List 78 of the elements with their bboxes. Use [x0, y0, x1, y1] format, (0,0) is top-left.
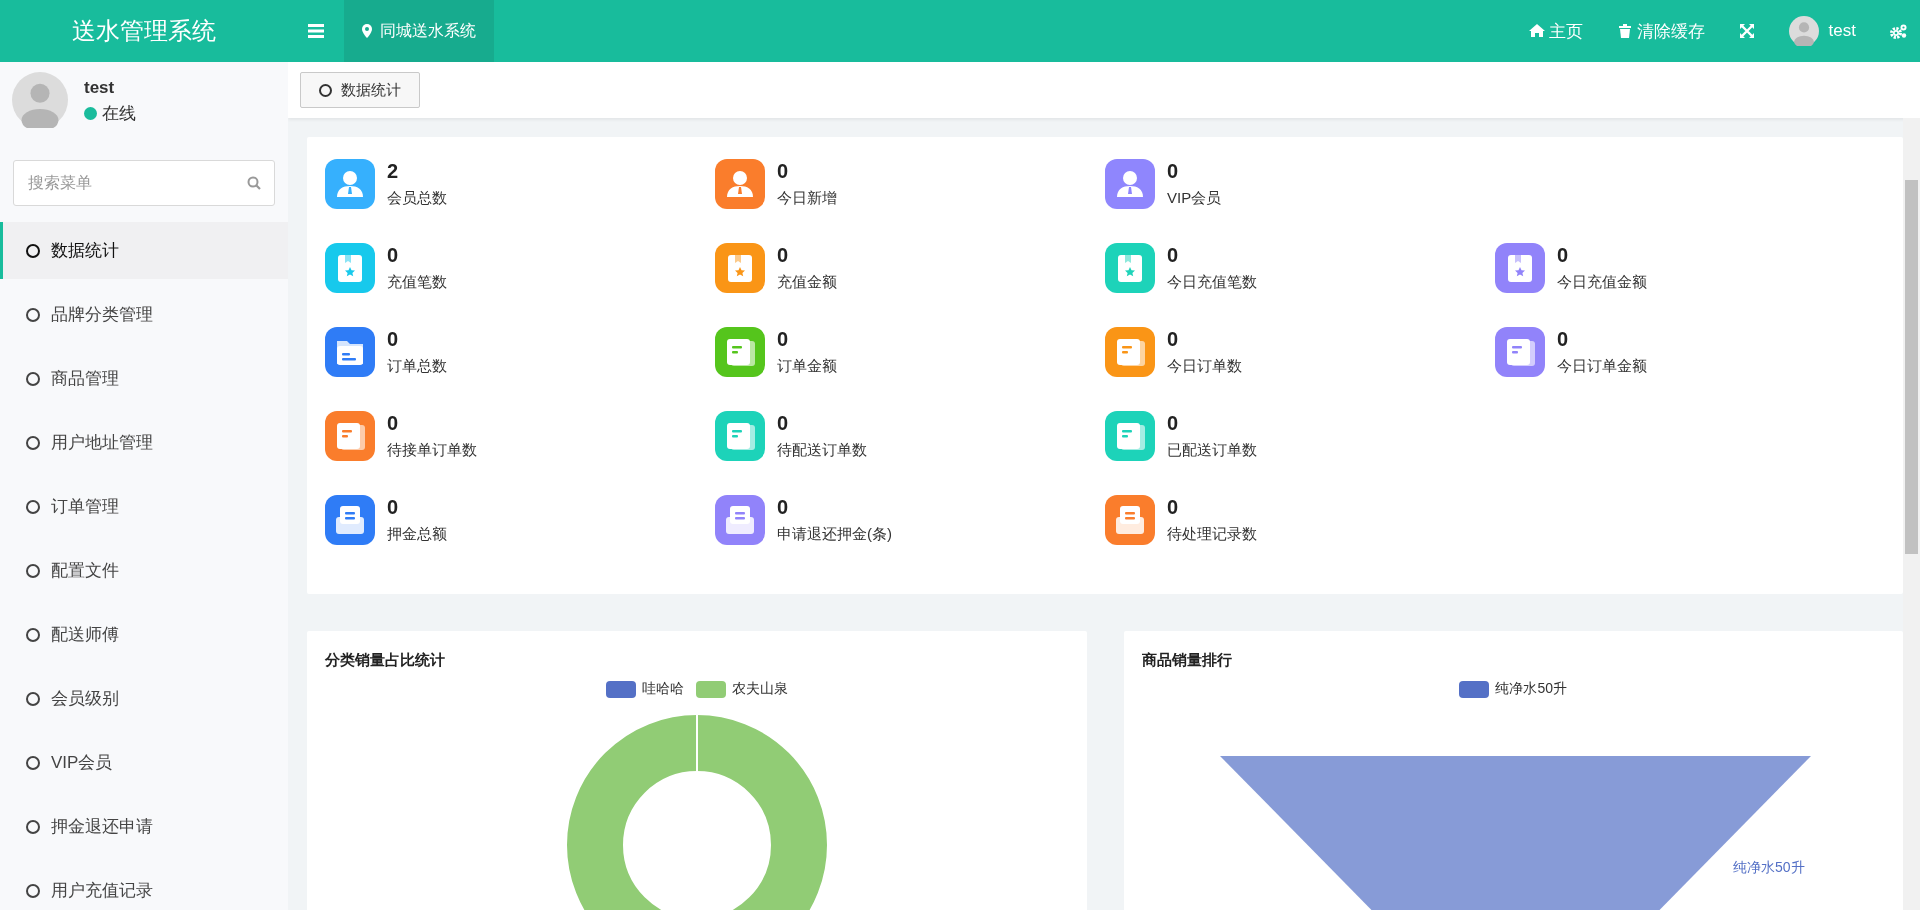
stat-label: 充值金额: [777, 273, 837, 292]
sidebar-item[interactable]: 商品管理: [0, 350, 288, 407]
stat-label: 今日充值笔数: [1167, 273, 1257, 292]
search-field[interactable]: 搜索菜单: [13, 160, 275, 206]
stat-label: 待处理记录数: [1167, 525, 1257, 544]
circle-icon: [26, 627, 40, 642]
stat-label: 待接单订单数: [387, 441, 477, 460]
stat-value: 0: [387, 496, 400, 519]
legend-item[interactable]: 纯净水50升: [1459, 680, 1568, 698]
circle-icon: [26, 435, 40, 450]
stat-label: 申请退还押金(条): [777, 525, 892, 544]
stat-label: 充值笔数: [387, 273, 447, 292]
circle-icon: [26, 499, 40, 514]
circle-icon: [26, 307, 40, 322]
stat-label: 押金总额: [387, 525, 447, 544]
stat-value: 0: [1167, 160, 1180, 183]
stat-label: 已配送订单数: [1167, 441, 1257, 460]
stat-label: 订单金额: [777, 357, 837, 376]
stat-label: 今日新增: [777, 189, 837, 208]
sidebar-item[interactable]: 订单管理: [0, 478, 288, 535]
stat-value: 0: [387, 412, 400, 435]
stat-label: 会员总数: [387, 189, 447, 208]
chart-title: 分类销量占比统计: [325, 651, 445, 670]
sidebar-item[interactable]: 押金退还申请: [0, 798, 288, 855]
page-tab[interactable]: 数据统计: [300, 72, 420, 108]
scrollbar[interactable]: [1903, 118, 1920, 910]
stat-value: 0: [777, 244, 790, 267]
circle-icon: [26, 563, 40, 578]
sidebar-item[interactable]: 数据统计: [0, 222, 288, 279]
circle-icon: [26, 819, 40, 834]
stat-label: 待配送订单数: [777, 441, 867, 460]
gears-icon[interactable]: [1890, 23, 1908, 39]
sidebar-item[interactable]: 品牌分类管理: [0, 286, 288, 343]
stat-label: VIP会员: [1167, 189, 1222, 208]
circle-icon: [26, 371, 40, 386]
trash-icon: [1616, 23, 1633, 39]
circle-icon: [26, 755, 40, 770]
fullscreen-icon[interactable]: [1738, 23, 1755, 39]
app-logo: 送水管理系统: [71, 16, 217, 47]
sidebar-item[interactable]: 会员级别: [0, 670, 288, 727]
stat-value: 0: [387, 328, 400, 351]
search-icon: [247, 176, 261, 190]
stat-value: 0: [777, 412, 790, 435]
user-status: 在线: [102, 103, 136, 125]
circle-icon: [319, 83, 332, 97]
avatar-icon: [12, 72, 68, 128]
stat-label: 订单总数: [387, 357, 447, 376]
stat-value: 0: [1167, 244, 1180, 267]
menu-icon: [308, 24, 324, 38]
circle-icon: [26, 243, 40, 258]
stat-value: 0: [777, 160, 790, 183]
stat-value: 0: [1167, 496, 1180, 519]
avatar-icon: [1788, 16, 1819, 46]
sidebar-item[interactable]: VIP会员: [0, 734, 288, 791]
legend-item[interactable]: 哇哈哈: [605, 680, 684, 698]
stat-label: 今日订单金额: [1557, 357, 1647, 376]
sidebar-item[interactable]: 配置文件: [0, 542, 288, 599]
home-icon: [1528, 23, 1545, 39]
circle-icon: [26, 883, 40, 898]
funnel-label: 纯净水50升: [1733, 859, 1805, 875]
stat-label: 今日充值金额: [1557, 273, 1647, 292]
stat-value: 0: [777, 328, 790, 351]
stat-value: 0: [777, 496, 790, 519]
sidebar-item[interactable]: 用户充值记录: [0, 862, 288, 910]
stat-value: 0: [387, 244, 400, 267]
stat-label: 今日订单数: [1167, 357, 1242, 376]
legend-item[interactable]: 农夫山泉: [695, 680, 788, 698]
stat-value: 2: [387, 160, 400, 183]
circle-icon: [26, 691, 40, 706]
stat-value: 0: [1167, 328, 1180, 351]
stat-value: 0: [1557, 244, 1570, 267]
stat-value: 0: [1557, 328, 1570, 351]
stat-value: 0: [1167, 412, 1180, 435]
sidebar-item[interactable]: 配送师傅: [0, 606, 288, 663]
sidebar-item[interactable]: 用户地址管理: [0, 414, 288, 471]
map-pin-icon: [362, 24, 372, 38]
chart-title: 商品销量排行: [1141, 651, 1232, 670]
user-name: test: [84, 78, 116, 98]
